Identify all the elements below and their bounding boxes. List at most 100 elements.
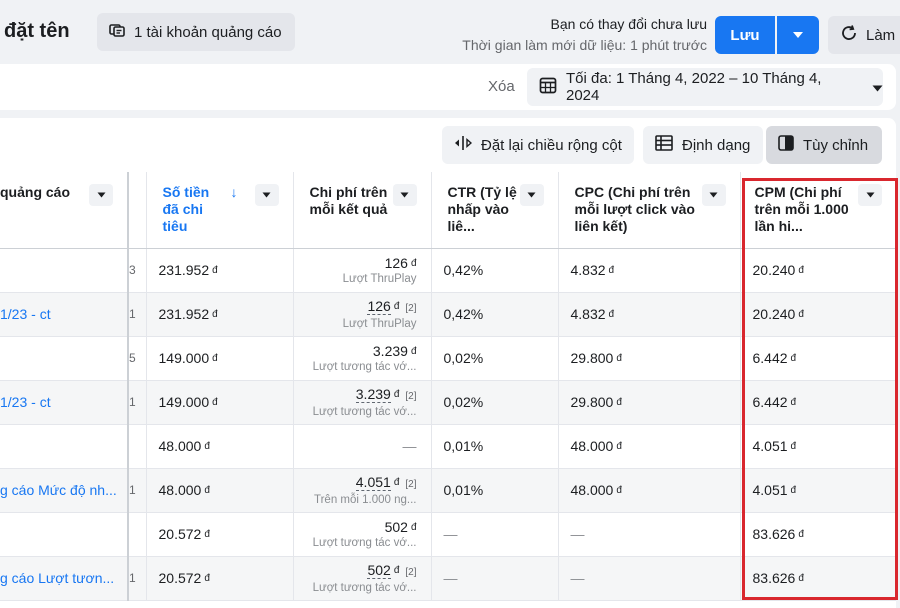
table-row[interactable]: g cáo Mức độ nh... 1 48.000 đ 4.051 đ [2] Trên … bbox=[0, 468, 896, 513]
column-menu-button[interactable] bbox=[89, 184, 113, 206]
result-type-label: Lượt tương tác vớ... bbox=[312, 536, 417, 549]
ad-name-cell[interactable]: 1/23 - ct bbox=[0, 292, 129, 337]
footnote-marker[interactable]: [2] bbox=[405, 567, 416, 578]
table-row[interactable]: g cáo Lượt tươn... 1 20.572 đ 502 đ [2] Lượt tư… bbox=[0, 556, 896, 601]
currency-symbol: đ bbox=[204, 485, 210, 496]
ad-account-button[interactable]: 1 tài khoản quảng cáo bbox=[97, 13, 295, 51]
column-header-cpc[interactable]: CPC (Chi phí trên mỗi lượt click vào liê… bbox=[558, 172, 741, 249]
ad-name-cell[interactable]: g cáo Mức độ nh... bbox=[0, 468, 129, 513]
column-header-ad-name[interactable]: quảng cáo bbox=[0, 172, 129, 249]
save-options-button[interactable] bbox=[777, 16, 819, 54]
currency-symbol: đ bbox=[790, 485, 797, 496]
format-button[interactable]: Định dạng bbox=[643, 126, 763, 164]
footnote-marker[interactable]: [2] bbox=[405, 391, 416, 402]
date-range-picker[interactable]: Tối đa: 1 Tháng 4, 2022 – 10 Tháng 4, 20… bbox=[527, 68, 883, 106]
cell-value: 48.000 bbox=[158, 482, 202, 498]
cell-value: 48.000 bbox=[570, 438, 614, 454]
cost-per-result-value[interactable]: 3.239 bbox=[355, 385, 391, 403]
refresh-button[interactable]: Làm m bbox=[828, 16, 900, 54]
cost-per-result-cell: 3.239 đ [2] Lượt tương tác vớ... bbox=[293, 380, 432, 425]
amount-spent-cell: 20.572 đ bbox=[146, 512, 294, 557]
ctr-cell: 0,02% bbox=[431, 380, 559, 425]
amount-spent-cell: 48.000 đ bbox=[146, 468, 294, 513]
cost-per-result-value[interactable]: 4.051 bbox=[355, 473, 391, 491]
cpc-cell: — bbox=[558, 556, 741, 601]
cpc-cell: — bbox=[558, 512, 741, 557]
column-separator[interactable] bbox=[127, 172, 147, 249]
ad-name-cell[interactable]: 1/23 - ct bbox=[0, 380, 129, 425]
table-row[interactable]: 3 231.952 đ 126 đ Lượt ThruPlay 0,42% 4.832 đ 20.… bbox=[0, 248, 896, 293]
ad-name-link[interactable]: g cáo Lượt tươn... bbox=[0, 570, 114, 586]
reset-column-width-button[interactable]: Đặt lại chiều rộng cột bbox=[442, 126, 634, 164]
truncated-cell-edge: 1 bbox=[129, 571, 136, 585]
empty-value: — bbox=[402, 438, 417, 454]
ctr-cell: 0,02% bbox=[431, 336, 559, 381]
cpc-cell: 48.000 đ bbox=[558, 424, 741, 469]
result-type-label: Lượt tương tác vớ... bbox=[312, 405, 417, 418]
cpc-cell: 29.800 đ bbox=[558, 336, 741, 381]
cell-value: 20.572 bbox=[158, 526, 202, 542]
column-menu-button[interactable] bbox=[254, 184, 279, 206]
cost-per-result-value[interactable]: 126 bbox=[367, 297, 391, 315]
cost-per-result-value: 126 bbox=[384, 254, 408, 271]
column-header-cpm[interactable]: CPM (Chi phí trên mỗi 1.000 lần hi... bbox=[740, 172, 896, 249]
cell-value: 48.000 bbox=[158, 438, 202, 454]
column-header-cost-per-result[interactable]: Chi phí trên mỗi kết quả bbox=[293, 172, 432, 249]
table-header-row: quảng cáo Số tiền đã chi tiêu ↓ Chi phí … bbox=[0, 172, 896, 249]
ad-name-cell[interactable] bbox=[0, 336, 129, 381]
column-header-ctr[interactable]: CTR (Tỷ lệ nhấp vào liê... bbox=[431, 172, 559, 249]
cpc-cell: 48.000 đ bbox=[558, 468, 741, 513]
cell-value: 231.952 bbox=[158, 306, 210, 322]
amount-spent-cell: 149.000 đ bbox=[146, 380, 294, 425]
currency-symbol: đ bbox=[410, 257, 417, 269]
currency-symbol: đ bbox=[410, 345, 417, 357]
ad-name-cell[interactable] bbox=[0, 248, 129, 293]
ctr-cell: 0,01% bbox=[431, 424, 559, 469]
column-menu-button[interactable] bbox=[701, 184, 726, 206]
customize-button[interactable]: Tùy chỉnh bbox=[766, 126, 882, 164]
currency-symbol: đ bbox=[212, 353, 218, 364]
ad-name-link[interactable]: g cáo Mức độ nh... bbox=[0, 482, 117, 498]
cost-per-result-cell: 502 đ [2] Lượt tương tác vớ... bbox=[293, 556, 432, 601]
footnote-marker[interactable]: [2] bbox=[405, 303, 416, 314]
calendar-icon bbox=[539, 76, 557, 98]
ad-name-cell[interactable] bbox=[0, 424, 129, 469]
refresh-label: Làm m bbox=[866, 26, 900, 44]
clear-filter-link[interactable]: Xóa bbox=[488, 78, 515, 95]
cost-per-result-cell: — bbox=[293, 424, 432, 469]
column-header-amount-spent[interactable]: Số tiền đã chi tiêu ↓ bbox=[146, 172, 294, 249]
refresh-icon bbox=[840, 24, 858, 46]
truncated-cell-edge: 1 bbox=[129, 483, 136, 497]
column-menu-button[interactable] bbox=[519, 184, 544, 206]
table-row[interactable]: 20.572 đ 502 đ Lượt tương tác vớ... — —83.626 đ bbox=[0, 512, 896, 557]
caret-down-icon bbox=[792, 26, 804, 44]
cell-value: 4.051 bbox=[752, 438, 788, 454]
ad-account-label: 1 tài khoản quảng cáo bbox=[134, 23, 282, 41]
table-row[interactable]: 1/23 - ct 1 149.000 đ 3.239 đ [2] Lượt tương tá… bbox=[0, 380, 896, 425]
ad-name-cell[interactable]: g cáo Lượt tươn... bbox=[0, 556, 129, 601]
column-menu-button[interactable] bbox=[392, 184, 417, 206]
cpc-cell: 29.800 đ bbox=[558, 380, 741, 425]
cell-value: 20.572 bbox=[158, 570, 202, 586]
ad-name-link[interactable]: 1/23 - ct bbox=[0, 394, 51, 410]
cell-value: 20.240 bbox=[752, 262, 796, 278]
table-row[interactable]: 1/23 - ct 1 231.952 đ 126 đ [2] Lượt ThruPlay 0,… bbox=[0, 292, 896, 337]
footnote-marker[interactable]: [2] bbox=[405, 479, 416, 490]
cpc-cell: 4.832 đ bbox=[558, 248, 741, 293]
currency-symbol: đ bbox=[608, 265, 615, 276]
ad-name-link[interactable]: 1/23 - ct bbox=[0, 306, 51, 322]
table-row[interactable]: 48.000 đ —0,01% 48.000 đ 4.051 đ bbox=[0, 424, 896, 469]
cell-value: 231.952 bbox=[158, 262, 210, 278]
cost-per-result-value: 3.239 bbox=[372, 342, 408, 359]
cost-per-result-value[interactable]: 502 bbox=[367, 561, 391, 579]
table-row[interactable]: 5 149.000 đ 3.239 đ Lượt tương tác vớ... 0,02%… bbox=[0, 336, 896, 381]
column-menu-button[interactable] bbox=[858, 184, 882, 206]
currency-symbol: đ bbox=[790, 353, 797, 364]
sort-descending-icon[interactable]: ↓ bbox=[231, 184, 238, 201]
cell-value: 0,42% bbox=[443, 306, 484, 322]
amount-spent-cell: 20.572 đ bbox=[146, 556, 294, 601]
save-button[interactable]: Lưu bbox=[715, 16, 775, 54]
ad-name-cell[interactable] bbox=[0, 512, 129, 557]
truncated-cell-edge: 5 bbox=[129, 351, 136, 365]
ctr-cell: — bbox=[431, 556, 559, 601]
